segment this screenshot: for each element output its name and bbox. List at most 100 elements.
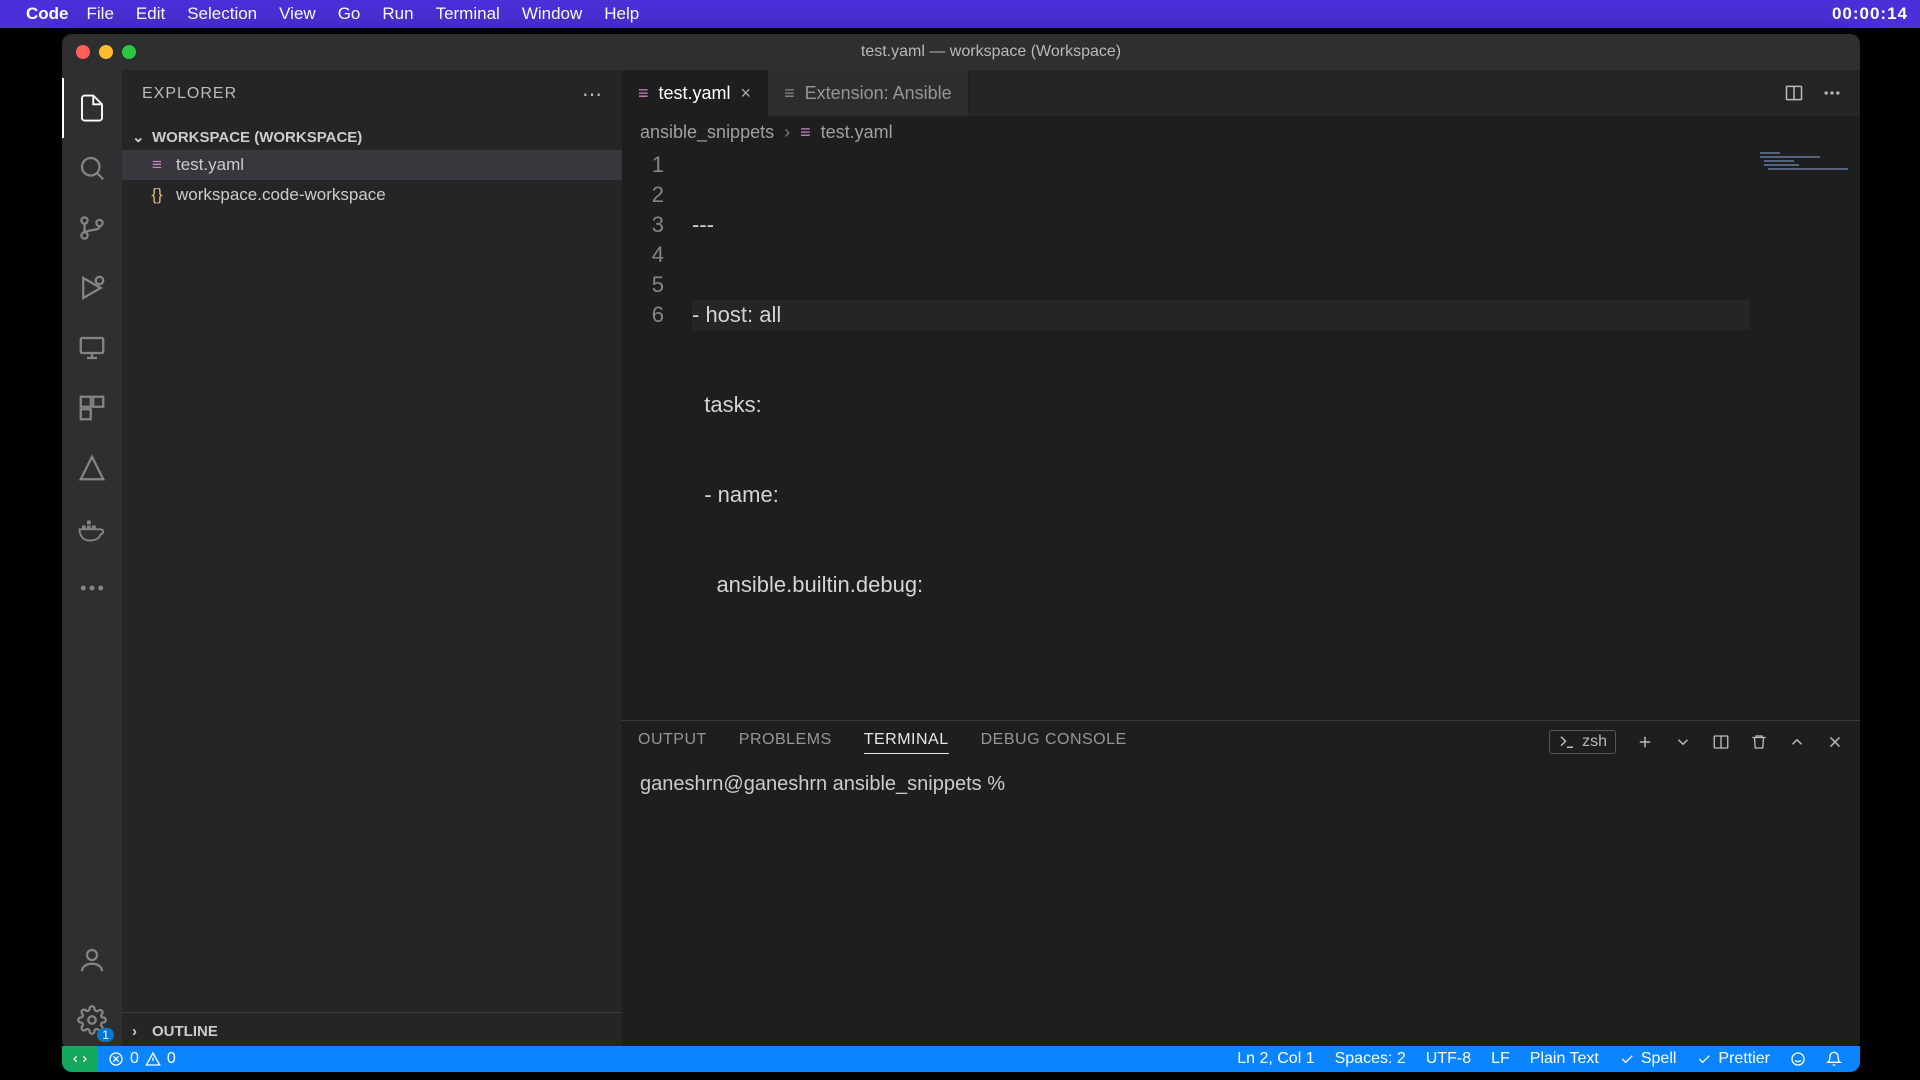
activity-search[interactable] <box>62 138 122 198</box>
menu-help[interactable]: Help <box>604 4 639 24</box>
chevron-up-icon[interactable] <box>1788 733 1806 751</box>
outline-section-header[interactable]: › OUTLINE <box>122 1019 622 1044</box>
activity-azure[interactable] <box>62 438 122 498</box>
terminal-icon <box>1558 733 1576 751</box>
check-icon <box>1696 1051 1712 1067</box>
activity-scm[interactable] <box>62 198 122 258</box>
traffic-lights <box>76 45 136 59</box>
terminal-body[interactable]: ganeshrn@ganeshrn ansible_snippets % <box>622 763 1860 1050</box>
file-test-yaml[interactable]: ≡ test.yaml <box>122 150 622 180</box>
status-prettier[interactable]: Prettier <box>1686 1050 1780 1068</box>
tab-label: test.yaml <box>659 83 731 104</box>
file-label: workspace.code-workspace <box>176 185 386 205</box>
menu-run[interactable]: Run <box>382 4 413 24</box>
split-editor-icon[interactable] <box>1784 83 1804 103</box>
status-problems[interactable]: 0 0 <box>98 1050 186 1068</box>
extensions-icon <box>77 393 107 423</box>
search-icon <box>77 153 107 183</box>
plus-icon[interactable] <box>1636 733 1654 751</box>
status-language[interactable]: Plain Text <box>1520 1050 1609 1068</box>
chevron-right-icon: › <box>132 1023 146 1040</box>
terminal-shell-picker[interactable]: zsh <box>1549 730 1616 754</box>
titlebar: test.yaml — workspace (Workspace) <box>62 34 1860 70</box>
extension-icon: ≡ <box>784 83 795 104</box>
terminal-prompt: ganeshrn@ganeshrn ansible_snippets % <box>640 773 1005 795</box>
remote-icon <box>77 333 107 363</box>
minimize-window-button[interactable] <box>99 45 113 59</box>
activity-settings[interactable]: 1 <box>62 990 122 1050</box>
chevron-right-icon: › <box>784 122 790 143</box>
breadcrumb-folder[interactable]: ansible_snippets <box>640 122 774 143</box>
activity-debug[interactable] <box>62 258 122 318</box>
explorer-more-button[interactable]: ⋯ <box>582 82 602 107</box>
close-icon[interactable] <box>1826 733 1844 751</box>
vscode-window: test.yaml — workspace (Workspace) <box>62 34 1860 1050</box>
menu-window[interactable]: Window <box>522 4 582 24</box>
breadcrumb-file[interactable]: test.yaml <box>821 122 893 143</box>
panel-tab-problems[interactable]: PROBLEMS <box>739 731 832 753</box>
menu-selection[interactable]: Selection <box>187 4 257 24</box>
menu-go[interactable]: Go <box>338 4 361 24</box>
branch-icon <box>77 213 107 243</box>
workspace-section-header[interactable]: ⌄ WORKSPACE (WORKSPACE) <box>122 124 622 150</box>
status-spell[interactable]: Spell <box>1609 1050 1687 1068</box>
macos-menubar: Code File Edit Selection View Go Run Ter… <box>0 0 1920 28</box>
ellipsis-icon <box>77 573 107 603</box>
activity-extensions[interactable] <box>62 378 122 438</box>
split-icon[interactable] <box>1712 733 1730 751</box>
files-icon <box>77 93 107 123</box>
panel-tab-output[interactable]: OUTPUT <box>638 731 707 753</box>
activity-account[interactable] <box>62 930 122 990</box>
warning-icon <box>145 1051 161 1067</box>
panel-tab-debug-console[interactable]: DEBUG CONSOLE <box>981 731 1127 753</box>
error-icon <box>108 1051 124 1067</box>
menu-view[interactable]: View <box>279 4 316 24</box>
yaml-file-icon: ≡ <box>148 155 166 175</box>
ellipsis-icon[interactable] <box>1822 83 1842 103</box>
outline-label: OUTLINE <box>152 1023 218 1040</box>
status-cursor[interactable]: Ln 2, Col 1 <box>1227 1050 1324 1068</box>
close-window-button[interactable] <box>76 45 90 59</box>
activity-more[interactable] <box>62 558 122 618</box>
status-indent[interactable]: Spaces: 2 <box>1325 1050 1416 1068</box>
explorer-sidebar: EXPLORER ⋯ ⌄ WORKSPACE (WORKSPACE) ≡ tes… <box>122 70 622 1050</box>
status-bar: 0 0 Ln 2, Col 1 Spaces: 2 UTF-8 LF Plain… <box>62 1046 1860 1072</box>
bottom-panel: OUTPUT PROBLEMS TERMINAL DEBUG CONSOLE z… <box>622 720 1860 1050</box>
remote-indicator[interactable] <box>62 1046 98 1072</box>
menu-edit[interactable]: Edit <box>136 4 165 24</box>
file-workspace-code-workspace[interactable]: {} workspace.code-workspace <box>122 180 622 210</box>
code-editor[interactable]: 123456 --- - host: all tasks: - name: an… <box>622 148 1860 720</box>
settings-badge: 1 <box>97 1028 114 1042</box>
menu-terminal[interactable]: Terminal <box>436 4 500 24</box>
activity-docker[interactable] <box>62 498 122 558</box>
panel-tab-terminal[interactable]: TERMINAL <box>864 731 949 754</box>
status-encoding[interactable]: UTF-8 <box>1416 1050 1481 1068</box>
breadcrumb[interactable]: ansible_snippets › ≡ test.yaml <box>622 116 1860 148</box>
maximize-window-button[interactable] <box>122 45 136 59</box>
yaml-file-icon: ≡ <box>800 122 811 143</box>
yaml-file-icon: ≡ <box>638 83 649 104</box>
tab-test-yaml[interactable]: ≡ test.yaml × <box>622 70 768 116</box>
remote-icon <box>72 1051 88 1067</box>
panel-tabs: OUTPUT PROBLEMS TERMINAL DEBUG CONSOLE z… <box>622 721 1860 763</box>
shell-name: zsh <box>1582 733 1607 751</box>
activity-bar: 1 <box>62 70 122 1050</box>
status-eol[interactable]: LF <box>1481 1050 1520 1068</box>
play-bug-icon <box>77 273 107 303</box>
activity-remote[interactable] <box>62 318 122 378</box>
workspace-label: WORKSPACE (WORKSPACE) <box>152 129 362 146</box>
trash-icon[interactable] <box>1750 733 1768 751</box>
close-icon[interactable]: × <box>741 83 752 104</box>
activity-explorer[interactable] <box>62 78 122 138</box>
clock: 00:00:14 <box>1832 4 1908 24</box>
window-title: test.yaml — workspace (Workspace) <box>136 43 1846 61</box>
tab-label: Extension: Ansible <box>805 83 952 104</box>
status-feedback[interactable] <box>1780 1051 1816 1067</box>
chevron-down-icon[interactable] <box>1674 733 1692 751</box>
triangle-icon <box>77 453 107 483</box>
minimap[interactable] <box>1750 148 1860 720</box>
tab-extension-ansible[interactable]: ≡ Extension: Ansible <box>768 70 969 116</box>
status-notifications[interactable] <box>1816 1051 1852 1067</box>
app-menu[interactable]: Code <box>26 4 69 24</box>
menu-file[interactable]: File <box>87 4 114 24</box>
